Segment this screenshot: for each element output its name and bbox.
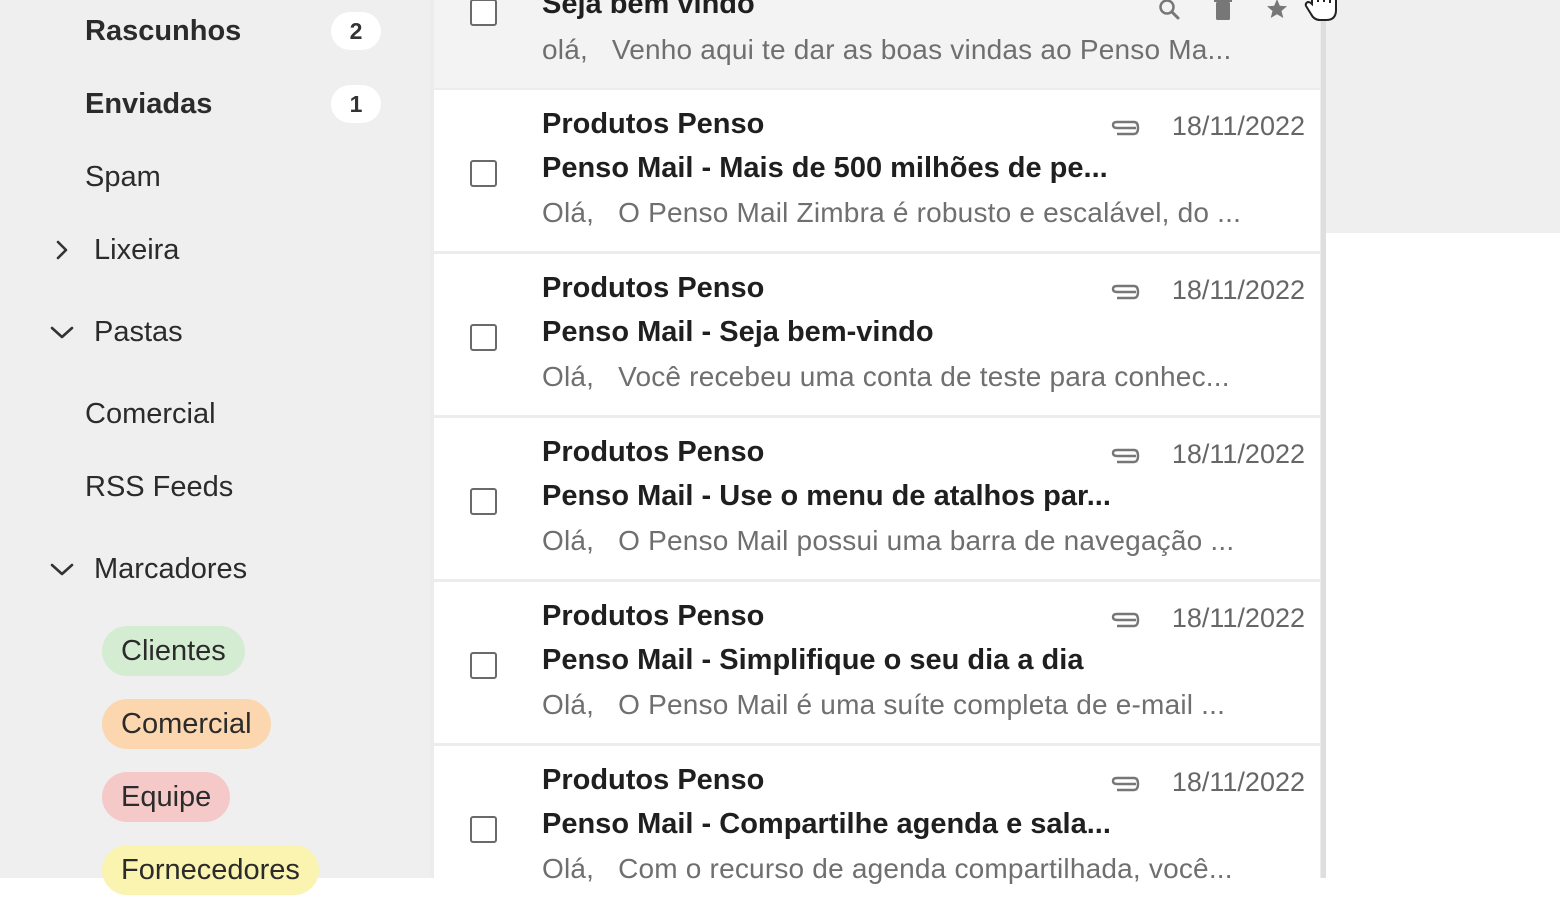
- message-greeting: Olá,: [542, 689, 595, 720]
- message-snippet: Com o recurso de agenda compartilhada, v…: [618, 853, 1233, 884]
- message-subject: Penso Mail - Simplifique o seu dia a dia: [542, 644, 1084, 676]
- message-greeting: Olá,: [542, 197, 595, 228]
- tag-comercial[interactable]: Comercial: [102, 699, 271, 749]
- folders-group-header[interactable]: Pastas: [0, 302, 430, 362]
- message-subject: Seja bem vindo: [542, 0, 755, 20]
- sidebar-item-drafts[interactable]: Rascunhos 2: [0, 1, 430, 61]
- message-checkbox[interactable]: [470, 488, 497, 515]
- message-snippet: Venho aqui te dar as boas vindas ao Pens…: [611, 34, 1232, 65]
- message-date: 18/11/2022: [1171, 767, 1305, 797]
- message-row[interactable]: Produtos Penso 18/11/2022 Penso Mail - M…: [434, 90, 1320, 251]
- message-preview: Olá, O Penso Mail Zimbra é robusto e esc…: [542, 197, 1241, 229]
- sidebar-item-sent[interactable]: Enviadas 1: [0, 74, 430, 134]
- message-date: 18/11/2022: [1171, 603, 1305, 633]
- header-background: [1326, 0, 1560, 233]
- message-snippet: O Penso Mail Zimbra é robusto e escaláve…: [618, 197, 1242, 228]
- message-checkbox[interactable]: [470, 816, 497, 843]
- paperclip-icon: [1111, 284, 1140, 300]
- message-row[interactable]: Produtos Penso 18/11/2022 Penso Mail - C…: [434, 746, 1320, 907]
- unread-count-badge: 2: [331, 12, 381, 50]
- message-preview: olá, Venho aqui te dar as boas vindas ao…: [542, 34, 1232, 66]
- message-greeting: Olá,: [542, 361, 595, 392]
- message-row[interactable]: Seja bem vindo olá, Venho aqui te dar as…: [434, 0, 1337, 88]
- message-preview: Olá, Com o recurso de agenda compartilha…: [542, 853, 1233, 885]
- trash-icon[interactable]: [1210, 0, 1236, 22]
- message-snippet: O Penso Mail possui uma barra de navegaç…: [618, 525, 1235, 556]
- message-subject: Penso Mail - Use o menu de atalhos par..…: [542, 480, 1111, 512]
- chevron-down-icon[interactable]: [46, 316, 78, 348]
- message-snippet: Você recebeu uma conta de teste para con…: [618, 361, 1230, 392]
- message-subject: Penso Mail - Compartilhe agenda e sala..…: [542, 808, 1111, 840]
- sidebar-item-label: Enviadas: [85, 87, 213, 120]
- message-preview: Olá, O Penso Mail possui uma barra de na…: [542, 525, 1234, 557]
- sidebar-item-spam[interactable]: Spam: [0, 147, 430, 207]
- tag-fornecedores[interactable]: Fornecedores: [102, 845, 319, 895]
- message-date: 18/11/2022: [1171, 439, 1305, 469]
- sidebar-item-label: Rascunhos: [85, 14, 242, 47]
- tag-equipe[interactable]: Equipe: [102, 772, 231, 822]
- sidebar-item-label: Spam: [85, 160, 161, 193]
- chevron-down-icon[interactable]: [46, 553, 78, 585]
- message-checkbox[interactable]: [470, 652, 497, 679]
- tag-clientes[interactable]: Clientes: [102, 626, 245, 676]
- message-preview: Olá, Você recebeu uma conta de teste par…: [542, 361, 1230, 393]
- message-sender: Produtos Penso: [542, 600, 765, 632]
- chevron-right-icon[interactable]: [46, 234, 78, 266]
- search-icon[interactable]: [1156, 0, 1182, 22]
- unread-count-badge: 1: [331, 85, 381, 123]
- message-sender: Produtos Penso: [542, 436, 765, 468]
- labels-group-label: Marcadores: [94, 552, 248, 585]
- message-row[interactable]: Produtos Penso 18/11/2022 Penso Mail - S…: [434, 254, 1320, 415]
- message-subject: Penso Mail - Mais de 500 milhões de pe..…: [542, 152, 1108, 184]
- message-subject: Penso Mail - Seja bem-vindo: [542, 316, 934, 348]
- paperclip-icon: [1111, 120, 1140, 136]
- hand-cursor-icon: [1304, 0, 1337, 21]
- message-snippet: O Penso Mail é uma suíte completa de e-m…: [618, 689, 1226, 720]
- message-date: 18/11/2022: [1171, 111, 1305, 141]
- paperclip-icon: [1111, 776, 1140, 792]
- folders-group-label: Pastas: [94, 315, 183, 348]
- sidebar-folder-commercial[interactable]: Comercial: [0, 384, 430, 444]
- message-row[interactable]: Produtos Penso 18/11/2022 Penso Mail - U…: [434, 418, 1320, 579]
- message-greeting: Olá,: [542, 853, 595, 884]
- message-sender: Produtos Penso: [542, 764, 765, 796]
- message-checkbox[interactable]: [470, 0, 497, 26]
- message-sender: Produtos Penso: [542, 108, 765, 140]
- message-checkbox[interactable]: [470, 160, 497, 187]
- paperclip-icon: [1111, 612, 1140, 628]
- message-greeting: Olá,: [542, 525, 595, 556]
- sidebar-folder-rss-feeds[interactable]: RSS Feeds: [0, 457, 430, 517]
- message-row[interactable]: Produtos Penso 18/11/2022 Penso Mail - S…: [434, 582, 1320, 743]
- message-checkbox[interactable]: [470, 324, 497, 351]
- message-sender: Produtos Penso: [542, 272, 765, 304]
- message-date: 18/11/2022: [1171, 275, 1305, 305]
- paperclip-icon: [1111, 448, 1140, 464]
- star-icon[interactable]: [1264, 0, 1290, 22]
- message-preview: Olá, O Penso Mail é uma suíte completa d…: [542, 689, 1225, 721]
- folder-label: Comercial: [85, 397, 216, 430]
- labels-group-header[interactable]: Marcadores: [0, 539, 430, 599]
- folder-label: RSS Feeds: [85, 470, 234, 503]
- sidebar-item-trash[interactable]: Lixeira: [0, 220, 430, 280]
- sidebar: Rascunhos 2 Enviadas 1 Spam Lixeira Past…: [0, 0, 430, 895]
- message-greeting: olá,: [542, 34, 588, 65]
- sidebar-item-label: Lixeira: [94, 233, 180, 266]
